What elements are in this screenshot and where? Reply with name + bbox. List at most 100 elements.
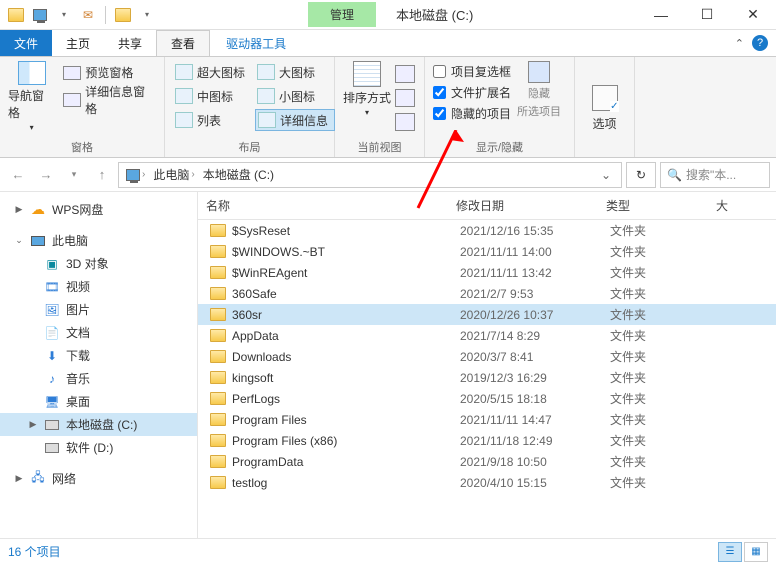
tree-item-this-pc[interactable]: ⌄此电脑 (0, 229, 197, 252)
file-row[interactable]: 360Safe2021/2/7 9:53文件夹 (198, 283, 776, 304)
tab-file[interactable]: 文件 (0, 30, 52, 56)
maximize-button[interactable]: ☐ (684, 0, 730, 30)
monitor-icon[interactable] (30, 5, 50, 25)
file-row[interactable]: 360sr2020/12/26 10:37文件夹 (198, 304, 776, 325)
group-label-panes: 窗格 (8, 137, 156, 155)
tree-item-drive-d[interactable]: 软件 (D:) (0, 436, 197, 459)
minimize-button[interactable]: — (638, 0, 684, 30)
file-row[interactable]: $WinREAgent2021/11/11 13:42文件夹 (198, 262, 776, 283)
file-row[interactable]: kingsoft2019/12/3 16:29文件夹 (198, 367, 776, 388)
layout-large-icons[interactable]: 大图标 (255, 61, 335, 83)
file-list-panel: 名称 修改日期 类型 大 $SysReset2021/12/16 15:35文件… (198, 192, 776, 538)
tree-item-music[interactable]: ♪音乐 (0, 367, 197, 390)
context-tab-manage[interactable]: 管理 (308, 2, 376, 27)
file-date: 2020/5/15 18:18 (452, 392, 602, 406)
address-dropdown-icon[interactable]: ⌄ (595, 168, 617, 182)
close-button[interactable]: ✕ (730, 0, 776, 30)
refresh-button[interactable]: ↻ (626, 162, 656, 188)
file-row[interactable]: $WINDOWS.~BT2021/11/11 14:00文件夹 (198, 241, 776, 262)
pc-icon (30, 233, 46, 249)
file-row[interactable]: Program Files (x86)2021/11/18 12:49文件夹 (198, 430, 776, 451)
details-view-toggle[interactable]: ☰ (718, 542, 742, 562)
checkbox-input[interactable] (433, 65, 446, 78)
breadcrumb-drive-c[interactable]: 本地磁盘 (C:) (200, 166, 277, 183)
details-pane-button[interactable]: 详细信息窗格 (63, 82, 156, 118)
file-list[interactable]: $SysReset2021/12/16 15:35文件夹$WINDOWS.~BT… (198, 220, 776, 538)
file-row[interactable]: AppData2021/7/14 8:29文件夹 (198, 325, 776, 346)
dropdown-icon: ▾ (30, 123, 34, 132)
tree-item-desktop[interactable]: 🖥桌面 (0, 390, 197, 413)
checkbox-input[interactable] (433, 86, 446, 99)
file-type: 文件夹 (602, 390, 712, 407)
file-row[interactable]: $SysReset2021/12/16 15:35文件夹 (198, 220, 776, 241)
file-name: kingsoft (232, 371, 273, 385)
recent-locations-icon[interactable]: ▾ (62, 163, 86, 187)
navigation-tree[interactable]: ▶☁WPS网盘 ⌄此电脑 ▣3D 对象 🎞视频 🖼图片 📄文档 ⬇下载 ♪音乐 … (0, 192, 198, 538)
column-header-name[interactable]: 名称 (198, 197, 448, 214)
collapse-icon[interactable]: ⌄ (14, 235, 24, 246)
file-name: ProgramData (232, 455, 303, 469)
hide-icon (528, 61, 550, 83)
sort-by-button[interactable]: 排序方式 ▾ (343, 61, 391, 117)
file-name: Program Files (232, 413, 307, 427)
tree-item-drive-c[interactable]: ▶本地磁盘 (C:) (0, 413, 197, 436)
layout-small-icons[interactable]: 小图标 (255, 85, 335, 107)
file-name: $WINDOWS.~BT (232, 245, 325, 259)
up-button[interactable]: ↑ (90, 163, 114, 187)
tab-home[interactable]: 主页 (52, 30, 104, 56)
navigation-pane-button[interactable]: 导航窗格 ▾ (8, 61, 55, 132)
layout-list[interactable]: 列表 (173, 109, 253, 131)
separator (105, 6, 106, 24)
checkbox-hidden-items[interactable]: 隐藏的项目 (433, 105, 511, 122)
tree-item-pictures[interactable]: 🖼图片 (0, 298, 197, 321)
qat-overflow-icon[interactable]: ▾ (137, 5, 157, 25)
file-row[interactable]: testlog2020/4/10 15:15文件夹 (198, 472, 776, 493)
file-row[interactable]: Program Files2021/11/11 14:47文件夹 (198, 409, 776, 430)
preview-pane-button[interactable]: 预览窗格 (63, 63, 156, 82)
collapse-ribbon-icon[interactable]: ⌃ (735, 37, 744, 50)
layout-medium-icons[interactable]: 中图标 (173, 85, 253, 107)
tab-view[interactable]: 查看 (156, 30, 210, 56)
breadcrumb-root-icon[interactable]: › (123, 169, 148, 181)
properties-icon[interactable]: ✉ (78, 5, 98, 25)
layout-details[interactable]: 详细信息 (255, 109, 335, 131)
expand-icon[interactable]: ▶ (14, 204, 24, 215)
search-input[interactable]: 🔍 搜索"本... (660, 162, 770, 188)
open-folder-icon[interactable] (113, 5, 133, 25)
tab-drive-tools[interactable]: 驱动器工具 (212, 30, 300, 56)
checkbox-item-checkboxes[interactable]: 项目复选框 (433, 63, 511, 80)
expand-icon[interactable]: ▶ (14, 473, 24, 484)
file-row[interactable]: PerfLogs2020/5/15 18:18文件夹 (198, 388, 776, 409)
tree-item-videos[interactable]: 🎞视频 (0, 275, 197, 298)
checkbox-file-extensions[interactable]: 文件扩展名 (433, 84, 511, 101)
help-icon[interactable]: ? (752, 35, 768, 51)
layout-extra-large-icons[interactable]: 超大图标 (173, 61, 253, 83)
qat-dropdown-icon[interactable]: ▾ (54, 5, 74, 25)
column-header-type[interactable]: 类型 (598, 197, 708, 214)
icons-view-toggle[interactable]: ▦ (744, 542, 768, 562)
checkbox-input[interactable] (433, 107, 446, 120)
folder-icon (210, 266, 226, 279)
item-count: 16 个项目 (8, 543, 61, 560)
add-columns-button[interactable] (395, 89, 415, 107)
file-row[interactable]: Downloads2020/3/7 8:41文件夹 (198, 346, 776, 367)
tree-item-wps[interactable]: ▶☁WPS网盘 (0, 198, 197, 221)
size-columns-button[interactable] (395, 113, 415, 131)
tree-item-downloads[interactable]: ⬇下载 (0, 344, 197, 367)
breadcrumb-this-pc[interactable]: 此电脑› (150, 166, 197, 183)
forward-button[interactable]: → (34, 163, 58, 187)
options-button[interactable]: 选项 (575, 57, 635, 157)
column-header-size[interactable]: 大 (708, 197, 776, 214)
tree-item-network[interactable]: ▶🖧网络 (0, 467, 197, 490)
tree-item-documents[interactable]: 📄文档 (0, 321, 197, 344)
hide-selected-button[interactable]: 隐藏 所选项目 (517, 61, 561, 122)
breadcrumb-bar[interactable]: › 此电脑› 本地磁盘 (C:) ⌄ (118, 162, 622, 188)
expand-icon[interactable]: ▶ (28, 419, 38, 430)
file-type: 文件夹 (602, 453, 712, 470)
tree-item-3d-objects[interactable]: ▣3D 对象 (0, 252, 197, 275)
group-by-button[interactable] (395, 65, 415, 83)
file-row[interactable]: ProgramData2021/9/18 10:50文件夹 (198, 451, 776, 472)
back-button[interactable]: ← (6, 163, 30, 187)
tab-share[interactable]: 共享 (104, 30, 156, 56)
column-header-date[interactable]: 修改日期 (448, 197, 598, 214)
